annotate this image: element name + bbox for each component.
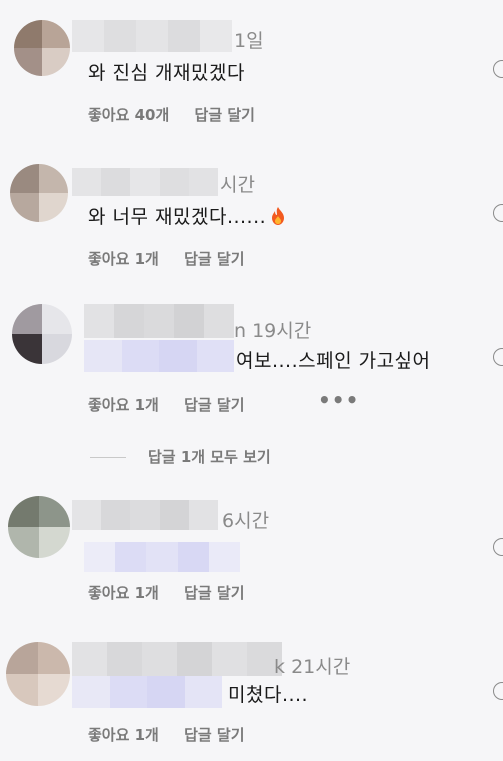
reply-button[interactable]: 답글 달기 [195, 104, 255, 125]
reply-button[interactable]: 답글 달기 [184, 394, 244, 415]
username-blurred[interactable] [72, 500, 219, 530]
reply-button[interactable]: 답글 달기 [184, 248, 244, 269]
avatar[interactable] [6, 642, 70, 706]
comment-time-value: 19시간 [252, 320, 312, 342]
comment-time: 1일 [234, 30, 264, 52]
comment-time: k 21시간 [274, 652, 350, 679]
comment-time: n 19시간 [234, 316, 311, 343]
username-fragment: k [274, 656, 286, 678]
comment-actions: 좋아요 1개 답글 달기 [88, 724, 265, 745]
heart-icon[interactable] [493, 538, 503, 556]
avatar[interactable] [14, 20, 70, 76]
heart-icon[interactable] [493, 682, 503, 700]
username-blurred[interactable] [72, 642, 282, 676]
heart-icon[interactable] [493, 204, 503, 222]
comment-actions: 좋아요 40개 답글 달기 [88, 104, 275, 125]
reply-button[interactable]: 답글 달기 [184, 724, 244, 745]
username-fragment: n [234, 320, 247, 342]
more-options-icon[interactable]: ••• [318, 388, 359, 412]
comment-actions: 좋아요 1개 답글 달기 [88, 394, 265, 415]
avatar[interactable] [12, 304, 72, 364]
comment-text: 와 진심 개재밌겠다 [88, 62, 245, 84]
view-replies-button[interactable]: 답글 1개 모두 보기 [90, 446, 271, 467]
view-replies-label: 답글 1개 모두 보기 [148, 448, 271, 466]
comment-text: 미쳤다.... [228, 684, 309, 706]
comment-time: 시간 [220, 174, 255, 196]
like-count-button[interactable]: 좋아요 1개 [88, 394, 159, 415]
mention-blurred[interactable] [84, 542, 241, 572]
username-blurred[interactable] [72, 168, 219, 196]
reply-button[interactable]: 답글 달기 [184, 582, 244, 603]
heart-icon[interactable] [493, 348, 503, 366]
comment-text-body: 와 너무 재밌겠다...... [88, 206, 267, 228]
comment-text: 와 너무 재밌겠다...... [88, 202, 286, 229]
like-count-button[interactable]: 좋아요 40개 [88, 104, 169, 125]
fire-icon [272, 207, 285, 225]
like-count-button[interactable]: 좋아요 1개 [88, 248, 159, 269]
username-blurred[interactable] [72, 20, 232, 52]
username-blurred[interactable] [84, 304, 234, 338]
like-count-button[interactable]: 좋아요 1개 [88, 582, 159, 603]
comment-actions: 좋아요 1개 답글 달기 [88, 248, 265, 269]
divider [90, 457, 126, 458]
mention-blurred[interactable] [72, 676, 222, 708]
comment-text: 여보....스페인 가고싶어 [236, 350, 431, 372]
like-count-button[interactable]: 좋아요 1개 [88, 724, 159, 745]
heart-icon[interactable] [493, 60, 503, 78]
avatar[interactable] [10, 164, 68, 222]
avatar[interactable] [8, 496, 70, 558]
comment-time: 6시간 [222, 510, 270, 532]
comment-time-value: 21시간 [291, 656, 351, 678]
comment-actions: 좋아요 1개 답글 달기 [88, 582, 265, 603]
mention-blurred[interactable] [84, 340, 234, 372]
